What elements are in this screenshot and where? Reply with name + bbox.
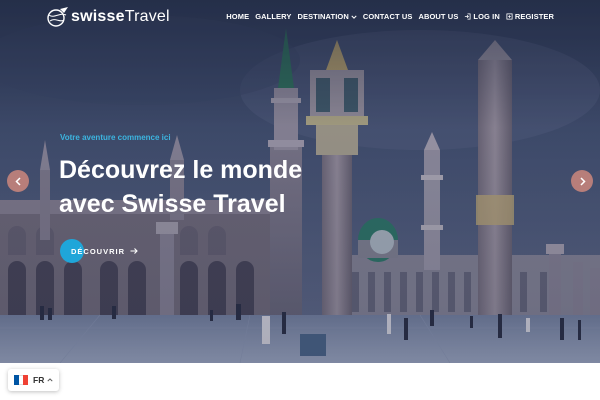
login-icon bbox=[465, 13, 471, 20]
nav-destination-label: DESTINATION bbox=[297, 12, 349, 21]
brand-name: swisseTravel bbox=[71, 8, 170, 26]
navbar: swisseTravel HOME GALLERY DESTINATION CO… bbox=[0, 0, 600, 34]
hero-headline-line-1: Découvrez le monde bbox=[59, 156, 303, 184]
slider-prev-button[interactable] bbox=[7, 170, 29, 192]
arrow-right-icon bbox=[130, 248, 138, 254]
chevron-right-icon bbox=[579, 176, 586, 186]
brand-name-bold: swisse bbox=[71, 8, 125, 25]
nav-about-us-label: ABOUT US bbox=[418, 12, 459, 21]
nav-register-label: REGISTER bbox=[514, 12, 554, 21]
nav-contact-us-label: CONTACT US bbox=[362, 12, 413, 21]
language-code: FR bbox=[33, 375, 45, 385]
nav-about-us[interactable]: ABOUT US bbox=[418, 12, 458, 21]
chevron-down-icon bbox=[351, 15, 357, 19]
language-switcher[interactable]: FR bbox=[8, 369, 59, 391]
brand-name-light: Travel bbox=[124, 8, 170, 25]
globe-plane-icon bbox=[47, 7, 68, 27]
brand-logo[interactable]: swisseTravel bbox=[45, 6, 170, 28]
france-flag-icon bbox=[14, 375, 29, 385]
page: swisseTravel HOME GALLERY DESTINATION CO… bbox=[0, 0, 600, 400]
nav-destination[interactable]: DESTINATION bbox=[297, 12, 357, 21]
nav-home[interactable]: HOME bbox=[226, 12, 249, 21]
register-icon bbox=[506, 13, 513, 20]
slider-next-button[interactable] bbox=[571, 170, 593, 192]
discover-button-label: DÉCOUVRIR bbox=[71, 246, 126, 256]
nav-contact-us[interactable]: CONTACT US bbox=[363, 12, 413, 21]
hero-headline: Découvrez le monde avec Swisse Travel bbox=[59, 153, 359, 221]
nav-gallery[interactable]: GALLERY bbox=[255, 12, 291, 21]
chevron-left-icon bbox=[14, 176, 21, 186]
chevron-up-icon bbox=[47, 378, 53, 382]
main-nav: HOME GALLERY DESTINATION CONTACT US ABOU… bbox=[226, 12, 554, 21]
nav-register[interactable]: REGISTER bbox=[506, 12, 554, 21]
hero-headline-line-2: avec Swisse Travel bbox=[59, 190, 286, 218]
hero-kicker: Votre aventure commence ici bbox=[60, 133, 171, 142]
nav-login[interactable]: LOG IN bbox=[464, 12, 500, 21]
nav-gallery-label: GALLERY bbox=[255, 12, 292, 21]
nav-login-label: LOG IN bbox=[473, 12, 500, 21]
nav-home-label: HOME bbox=[226, 12, 250, 21]
discover-button[interactable]: DÉCOUVRIR bbox=[60, 239, 138, 263]
